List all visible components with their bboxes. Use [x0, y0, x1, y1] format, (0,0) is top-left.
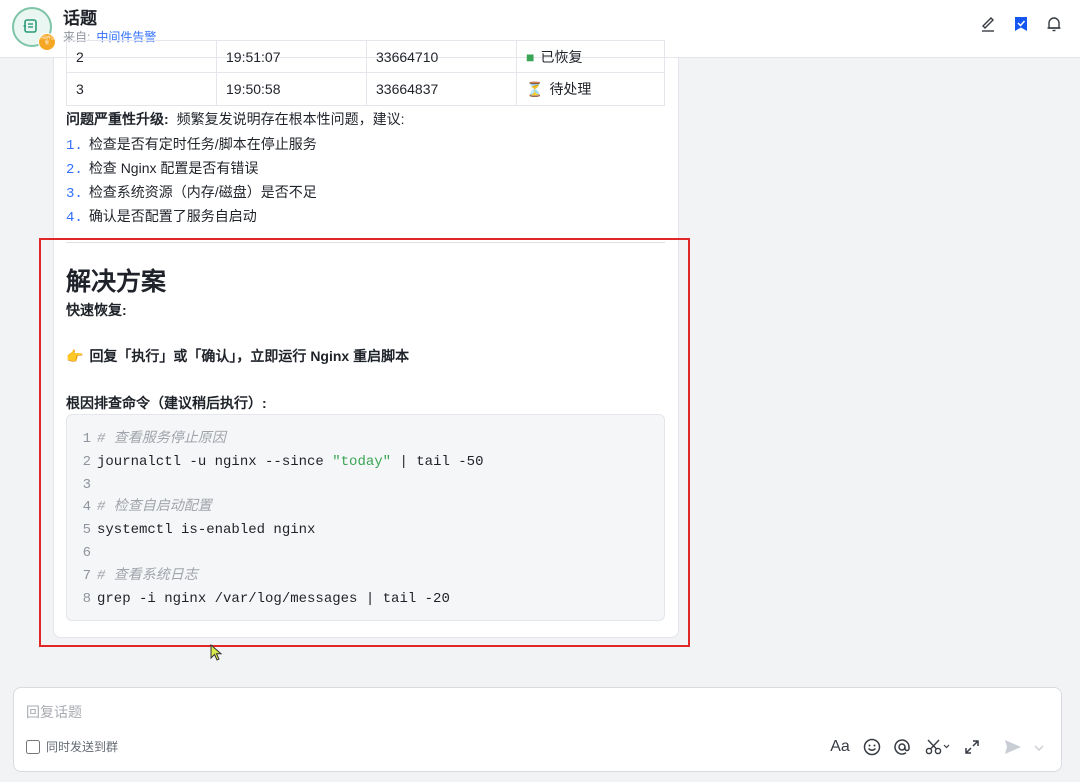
- code-string: "today": [332, 453, 392, 470]
- line-number: 7: [82, 567, 91, 584]
- sync-label: 同时发送到群: [46, 740, 119, 754]
- list-number: 4.: [66, 210, 83, 226]
- share-icon[interactable]: [979, 15, 997, 33]
- severity-text: 频繁复发说明存在根本性问题，建议:: [176, 111, 405, 127]
- status-text: 待处理: [549, 81, 592, 97]
- mention-icon[interactable]: [891, 736, 913, 758]
- list-item: 4. 确认是否配置了服务自启动: [66, 204, 317, 228]
- check-icon: ■: [526, 48, 535, 65]
- line-number: 1: [82, 431, 91, 447]
- solution-heading: 解决方案: [66, 268, 167, 296]
- emoji-icon[interactable]: [861, 736, 883, 758]
- avatar[interactable]: 中间件告警: [12, 7, 56, 51]
- table-cell-status: ■ 已恢复: [516, 40, 665, 73]
- code-line: 6: [67, 542, 664, 565]
- line-number: 8: [82, 590, 91, 607]
- font-format-icon[interactable]: Aa: [829, 736, 851, 758]
- severity-label: 问题严重性升级:: [66, 111, 169, 127]
- list-number: 3.: [66, 186, 83, 202]
- table-cell-index: 2: [66, 40, 217, 73]
- code-comment: # 查看系统日志: [97, 567, 198, 584]
- reply-instruction: 👉 回复「执行」或「确认」，立即运行 Nginx 重启脚本: [66, 346, 409, 366]
- list-number: 2.: [66, 162, 83, 178]
- code-text: grep -i nginx /var/log/messages | tail -…: [97, 590, 450, 607]
- divider: [66, 242, 665, 243]
- table-cell-time: 19:50:58: [216, 72, 367, 106]
- avatar-badge: 中间件告警: [38, 33, 56, 51]
- scissors-icon[interactable]: [923, 736, 951, 758]
- reply-input[interactable]: [26, 700, 926, 724]
- table-row: 2 19:51:07 33664710 ■ 已恢复: [66, 40, 665, 73]
- chevron-down-icon[interactable]: [1032, 736, 1046, 758]
- code-text: journalctl -u nginx --since: [97, 453, 333, 470]
- reply-instruction-text: 回复「执行」或「确认」，立即运行 Nginx 重启脚本: [89, 348, 410, 364]
- code-text: | tail -50: [391, 453, 484, 470]
- list-item: 3. 检查系统资源（内存/磁盘）是否不足: [66, 180, 317, 204]
- rootcause-label: 根因排查命令（建议稍后执行）:: [66, 395, 267, 411]
- bell-icon[interactable]: [1045, 15, 1063, 33]
- list-item: 2. 检查 Nginx 配置是否有错误: [66, 156, 317, 180]
- recommendation-list: 1. 检查是否有定时任务/脚本在停止服务 2. 检查 Nginx 配置是否有错误 3…: [66, 132, 317, 228]
- status-text: 已恢复: [540, 48, 583, 65]
- code-line: 3: [67, 474, 664, 497]
- pointing-hand-icon: 👉: [66, 348, 84, 364]
- code-line: 2 journalctl -u nginx --since "today" | t…: [67, 451, 664, 474]
- code-line: 5 systemctl is-enabled nginx: [67, 519, 664, 542]
- list-text: 检查系统资源（内存/磁盘）是否不足: [88, 184, 317, 200]
- code-comment: # 查看服务停止原因: [97, 431, 226, 447]
- list-text: 检查是否有定时任务/脚本在停止服务: [88, 136, 317, 152]
- code-text: systemctl is-enabled nginx: [97, 522, 316, 539]
- list-number: 1.: [66, 138, 83, 154]
- table-row: 3 19:50:58 33664837 ⏳ 待处理: [66, 72, 665, 106]
- code-comment: # 检查自启动配置: [97, 499, 212, 516]
- code-line: 7 # 查看系统日志: [67, 565, 664, 588]
- send-icon[interactable]: [1002, 736, 1024, 758]
- code-block[interactable]: 1 # 查看服务停止原因 2 journalctl -u nginx --since…: [66, 414, 665, 621]
- page-title: 话题: [63, 9, 97, 28]
- line-number: 3: [82, 476, 91, 493]
- code-line: 1 # 查看服务停止原因: [67, 428, 664, 451]
- list-text: 确认是否配置了服务自启动: [88, 208, 257, 224]
- sync-to-group[interactable]: 同时发送到群: [26, 738, 118, 755]
- code-line: 8 grep -i nginx /var/log/messages | tail …: [67, 588, 664, 611]
- hourglass-icon: ⏳: [526, 81, 544, 97]
- severity-note: 问题严重性升级: 频繁复发说明存在根本性问题，建议:: [66, 109, 405, 129]
- list-item: 1. 检查是否有定时任务/脚本在停止服务: [66, 132, 317, 156]
- line-number: 6: [82, 544, 91, 561]
- line-number: 2: [82, 453, 91, 470]
- sync-checkbox[interactable]: [26, 739, 40, 754]
- status-table: 2 19:51:07 33664710 ■ 已恢复 3 19:50:58 3366…: [66, 40, 665, 106]
- reply-composer: 同时发送到群 Aa: [13, 687, 1062, 772]
- line-number: 4: [82, 499, 91, 516]
- table-cell-pid: 33664710: [366, 40, 517, 73]
- quick-recovery-label: 快速恢复:: [66, 302, 127, 318]
- table-cell-time: 19:51:07: [216, 40, 367, 73]
- code-line: 4 # 检查自启动配置: [67, 496, 664, 519]
- table-cell-pid: 33664837: [366, 72, 517, 106]
- mouse-cursor-icon: [210, 644, 223, 661]
- list-text: 检查 Nginx 配置是否有错误: [88, 160, 259, 176]
- line-number: 5: [82, 522, 91, 539]
- expand-icon[interactable]: [961, 736, 983, 758]
- table-cell-status: ⏳ 待处理: [516, 72, 665, 106]
- notebook-icon: [23, 19, 37, 33]
- bookmark-icon[interactable]: [1012, 15, 1030, 33]
- table-cell-index: 3: [66, 72, 217, 106]
